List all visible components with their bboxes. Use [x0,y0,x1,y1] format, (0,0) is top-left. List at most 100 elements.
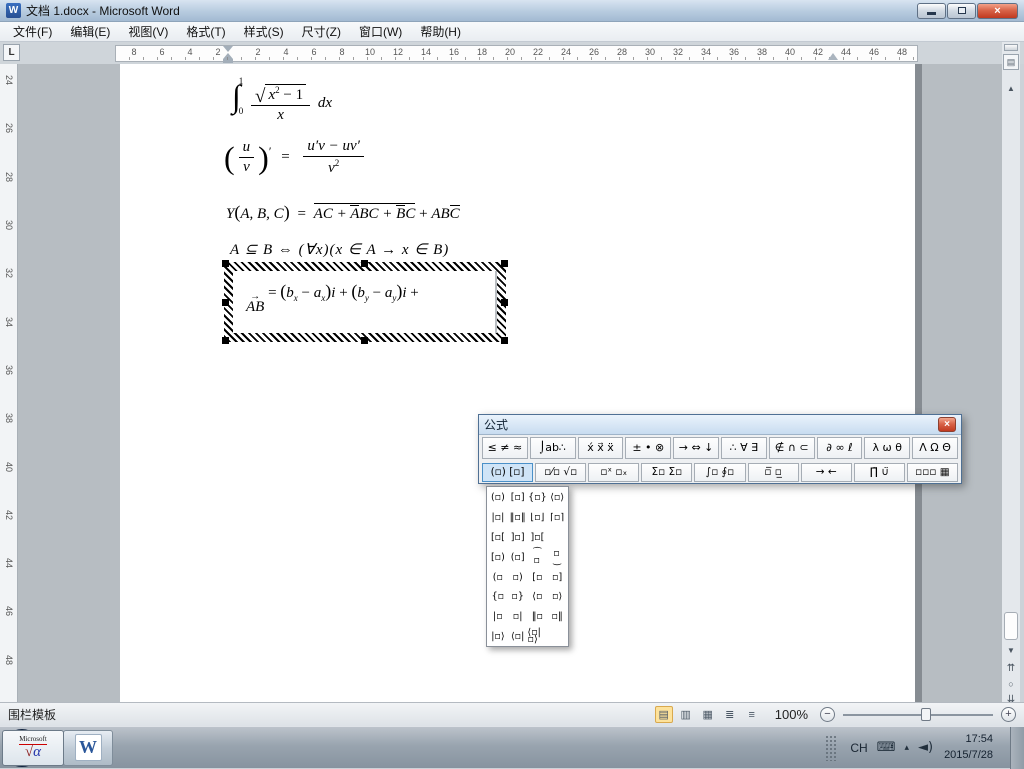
resize-handle-w[interactable] [222,299,229,306]
fence-template-option[interactable]: ⌊▫⌋ [528,508,548,528]
fence-template-option[interactable]: (▫ [488,567,508,587]
greek-uppercase-button[interactable]: Λ Ω Θ [912,437,958,459]
fence-template-option[interactable]: ‖▫‖ [508,508,528,528]
hidden-icons-button[interactable]: ▴ [904,743,909,753]
fence-template-option[interactable]: (▫] [508,547,528,567]
show-desktop-button[interactable] [1010,726,1024,769]
zoom-slider-thumb[interactable] [921,707,931,721]
equation-integral[interactable]: ∫ 1 0 √ x2 − 1 x dx [232,76,332,124]
fence-template-option[interactable]: ⟨▫ [528,587,548,607]
fence-template-option[interactable]: [▫ [528,567,548,587]
bar-templates-button[interactable]: ▫̅ ▫̲ [747,463,799,482]
keyboard-icon[interactable]: ⌨ [877,740,896,755]
product-set-templates-button[interactable]: ∏̈ ∪̈ [853,463,905,482]
set-theory-symbols-button[interactable]: ∉ ∩ ⊂ [768,437,815,459]
restore-button[interactable] [947,2,976,19]
palette-title-bar[interactable]: 公式 × [479,415,961,435]
integral-templates-button[interactable]: ∫▫ ∮▫ [694,463,746,482]
resize-handle-nw[interactable] [222,260,229,267]
fence-template-option[interactable] [547,528,567,548]
minimize-button[interactable] [917,2,946,19]
fence-template-option[interactable] [547,627,567,647]
logical-symbols-button[interactable]: ∴ ∀ ∃ [720,437,767,459]
menu-item[interactable]: 尺寸(Z) [293,21,350,42]
subscript-superscript-templates-button[interactable]: ▫ˣ ▫ₓ [588,463,640,482]
horizontal-ruler[interactable]: 8642 2 4 6 8 10 12 14 16 18 20 22 24 26 28 30 32 34 36 38 4… [115,45,918,63]
right-indent-marker[interactable] [828,53,838,60]
fence-template-option[interactable]: ⌈▫⌉ [547,508,567,528]
fence-template-option[interactable]: [▫[ [488,528,508,548]
fence-template-option[interactable]: [▫) [488,547,508,567]
draft-view-button[interactable]: ≡ [743,706,761,723]
indent-marker[interactable] [223,46,233,63]
fraction-radical-templates-button[interactable]: ▫⁄▫ √▫ [535,463,587,482]
fence-template-option[interactable]: ⟨▫⟩ [547,488,567,508]
zoom-slider[interactable] [843,707,993,721]
fence-template-option[interactable]: ▫⟩ [547,587,567,607]
fence-templates-dropdown[interactable]: (▫) [▫] {▫} ⟨▫⟩ |▫| ‖▫‖ ⌊▫⌋ ⌈▫⌉ [▫[]▫]]▫[[▫) (▫] ⁀… [486,486,569,647]
menu-item[interactable]: 样式(S) [235,21,293,42]
resize-handle-ne[interactable] [501,260,508,267]
fence-template-option[interactable]: |▫ [488,607,508,627]
spaces-ellipses-button[interactable]: ⌡ab∴ [529,437,576,459]
equation-vector[interactable]: → AB = (bx − ax)i + (by − ay)i + [246,281,419,315]
fence-template-option[interactable]: ▫) [508,567,528,587]
zoom-out-button[interactable]: − [820,707,835,722]
menu-item[interactable]: 文件(F) [4,21,61,42]
equation-edit-surface[interactable]: → AB = (bx − ax)i + (by − ay)i + [233,271,497,333]
operator-symbols-button[interactable]: ± • ⊗ [625,437,672,459]
resize-handle-n[interactable] [361,260,368,267]
fence-template-option[interactable]: ▫| [508,607,528,627]
fence-template-option[interactable]: ▫] [547,567,567,587]
equation-set-logic[interactable]: A ⊆ B ⇔ (∀x)(x ∈ A → x ∈ B) [230,240,449,259]
speaker-icon[interactable]: ◄) [918,740,933,755]
menu-item[interactable]: 窗口(W) [350,21,411,42]
summation-templates-button[interactable]: Σ▫ Σ▫ [641,463,693,482]
ruler-toggle-button[interactable]: ▤ [1003,54,1019,70]
taskbar-clock[interactable]: 17:54 2015/7/28 [944,732,993,763]
fence-templates-button[interactable]: (▫) [▫] [482,463,534,482]
fence-template-option[interactable]: |▫⟩ [488,627,508,647]
menu-item[interactable]: 视图(V) [119,21,177,42]
fence-template-option[interactable]: ]▫[ [528,528,548,548]
fence-template-option[interactable]: |▫| [488,508,508,528]
fence-template-option[interactable]: [▫] [508,488,528,508]
equation-boolean[interactable]: Y(A, B, C) = AC + ABC + BC + ABC [226,202,460,223]
selected-equation-object[interactable]: → AB = (bx − ax)i + (by − ay)i + [222,260,508,344]
menu-item[interactable]: 格式(T) [177,21,234,42]
menu-item[interactable]: 帮助(H) [411,21,470,42]
scroll-up-button[interactable]: ▲ [1003,80,1019,96]
relational-symbols-button[interactable]: ≤ ≠ ≈ [482,437,528,459]
select-browse-object-button[interactable]: ○ [1003,676,1019,692]
fence-template-option[interactable]: ⟨▫| [508,627,528,647]
resize-handle-sw[interactable] [222,337,229,344]
taskbar-word-button[interactable]: W [63,729,113,766]
misc-symbols-button[interactable]: ∂ ∞ ℓ [816,437,863,459]
fence-template-option[interactable]: ‖▫ [528,607,548,627]
palette-close-button[interactable]: × [938,417,956,432]
matrix-templates-button[interactable]: ▫▫▫ ▦ [906,463,958,482]
close-button[interactable]: × [977,2,1018,19]
fence-template-option[interactable]: ▫ ‿ [547,547,567,567]
scrollbar-thumb[interactable] [1004,612,1018,640]
fence-template-option[interactable]: ▫‖ [547,607,567,627]
fence-template-option[interactable]: ⁀ ▫ [528,547,548,567]
tray-grip[interactable] [825,734,838,761]
title-bar[interactable]: W 文档 1.docx - Microsoft Word × [0,0,1024,22]
arrow-symbols-button[interactable]: → ⇔ ↓ [673,437,719,459]
resize-handle-se[interactable] [501,337,508,344]
vertical-ruler[interactable]: 24 26 28 30 32 34 36 38 40 42 44 46 48 [0,64,18,702]
outline-view-button[interactable]: ≣ [721,706,739,723]
equation-quotient-rule[interactable]: (u v)′ = u′v − uv′ v2 [224,138,368,177]
fullscreen-reading-view-button[interactable]: ▥ [677,706,695,723]
resize-handle-e[interactable] [501,299,508,306]
web-layout-view-button[interactable]: ▦ [699,706,717,723]
tab-stop-selector[interactable]: L [3,44,20,61]
language-indicator[interactable]: CH [850,741,867,755]
fence-template-option[interactable]: {▫} [528,488,548,508]
fence-template-option[interactable]: ⟨▫|▫⟩ [528,627,548,647]
fence-template-option[interactable]: (▫) [488,488,508,508]
taskbar-equation-editor-button[interactable]: Microsoft √α [2,729,64,766]
greek-lowercase-button[interactable]: λ ω θ [864,437,911,459]
fence-template-option[interactable]: {▫ [488,587,508,607]
